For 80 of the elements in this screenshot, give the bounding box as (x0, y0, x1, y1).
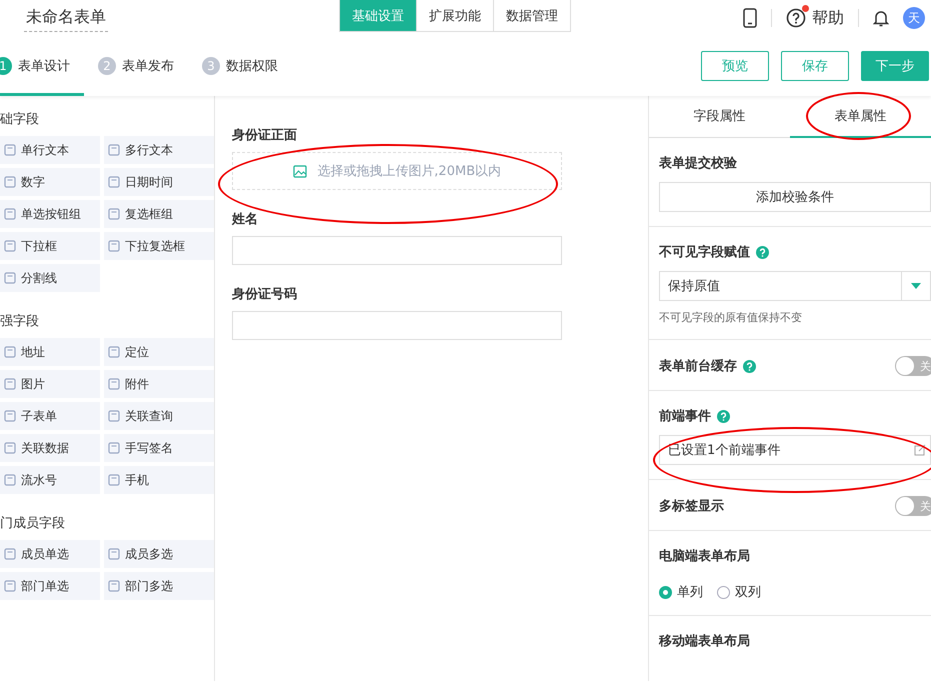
input-field[interactable] (232, 311, 562, 340)
input-field[interactable] (232, 236, 562, 265)
field-type-icon (108, 176, 120, 188)
panel-tab[interactable]: 表单属性 (790, 96, 931, 138)
field-type-icon (4, 378, 16, 390)
field-type-item[interactable]: 成员多选 (104, 540, 214, 568)
image-icon (293, 164, 308, 178)
radio-option[interactable]: 单列 (659, 583, 703, 601)
field-type-item[interactable]: 成员单选 (0, 540, 100, 568)
section-heading: 强字段 (0, 313, 40, 330)
caret-icon (911, 283, 921, 289)
field-type-item[interactable]: 部门单选 (0, 572, 100, 600)
field-type-icon (4, 240, 16, 252)
field-type-item[interactable]: 子表单 (0, 402, 100, 430)
form-title[interactable]: 未命名表单 (24, 4, 108, 32)
field-type-icon (4, 346, 16, 358)
step-tab[interactable]: 1 表单设计 (0, 36, 84, 96)
setting-title: 表单前台缓存 (659, 358, 737, 375)
field-type-item[interactable]: 手写签名 (104, 434, 214, 462)
field-type-icon (108, 378, 120, 390)
phone-icon[interactable] (743, 8, 757, 28)
setting-title: 多标签显示 (659, 498, 724, 515)
field-type-item[interactable]: 流水号 (0, 466, 100, 494)
add-rule-button[interactable]: 添加校验条件 (659, 182, 931, 212)
field-type-icon (108, 580, 120, 592)
field-type-item[interactable]: 分割线 (0, 264, 100, 292)
field-type-item[interactable]: 手机 (104, 466, 214, 494)
field-type-item[interactable]: 单行文本 (0, 136, 100, 164)
field-type-icon (108, 548, 120, 560)
step-tab[interactable]: 3 数据权限 (202, 36, 292, 96)
radio-option[interactable]: 双列 (717, 583, 761, 601)
field-type-icon (4, 580, 16, 592)
field-type-item[interactable]: 数字 (0, 168, 100, 196)
field-type-item[interactable]: 关联查询 (104, 402, 214, 430)
field-type-icon (4, 474, 16, 486)
section-heading: 础字段 (0, 111, 40, 128)
field-type-icon (4, 548, 16, 560)
setting-title: 电脑端表单布局 (659, 548, 750, 565)
help-icon[interactable] (786, 8, 806, 28)
field-type-icon (108, 208, 120, 220)
field-type-item[interactable]: 多行文本 (104, 136, 214, 164)
field-type-icon (4, 272, 16, 284)
select-field[interactable]: 保持原值 (659, 271, 931, 301)
setting-title: 表单提交校验 (659, 154, 737, 172)
field-type-item[interactable]: 地址 (0, 338, 100, 366)
field-type-item[interactable]: 复选框组 (104, 200, 214, 228)
field-type-icon (4, 442, 16, 454)
setting-title: 移动端表单布局 (659, 633, 750, 650)
field-type-item[interactable]: 附件 (104, 370, 214, 398)
field-label: 姓名 (232, 211, 260, 228)
field-type-item[interactable]: 单选按钮组 (0, 200, 100, 228)
panel-tab[interactable]: 字段属性 (649, 96, 790, 136)
help-link[interactable]: 帮助 (812, 8, 844, 28)
field-type-icon (108, 144, 120, 156)
field-type-item[interactable]: 部门多选 (104, 572, 214, 600)
hint-text: 不可见字段的原有值保持不变 (659, 310, 803, 325)
field-type-item[interactable]: 日期时间 (104, 168, 214, 196)
field-type-icon (4, 208, 16, 220)
field-label: 身份证正面 (232, 127, 298, 144)
step-tab[interactable]: 2 表单发布 (98, 36, 188, 96)
setting-title: 不可见字段赋值 (659, 244, 750, 261)
field-type-item[interactable]: 下拉框 (0, 232, 100, 260)
event-field[interactable]: 已设置1个前端事件 (659, 435, 931, 465)
field-type-icon (4, 144, 16, 156)
field-type-icon (108, 410, 120, 422)
section-heading: 门成员字段 (0, 515, 66, 532)
field-type-icon (4, 410, 16, 422)
field-type-icon (108, 474, 120, 486)
field-type-icon (108, 346, 120, 358)
field-type-item[interactable]: 下拉复选框 (104, 232, 214, 260)
bell-icon[interactable] (873, 9, 889, 27)
field-type-item[interactable]: 图片 (0, 370, 100, 398)
field-label: 身份证号码 (232, 286, 298, 303)
field-type-icon (108, 240, 120, 252)
setting-title: 前端事件 (659, 408, 711, 425)
field-type-item[interactable]: 关联数据 (0, 434, 100, 462)
field-type-icon (4, 176, 16, 188)
field-type-icon (108, 442, 120, 454)
edit-icon[interactable] (914, 444, 926, 456)
field-type-item[interactable]: 定位 (104, 338, 214, 366)
